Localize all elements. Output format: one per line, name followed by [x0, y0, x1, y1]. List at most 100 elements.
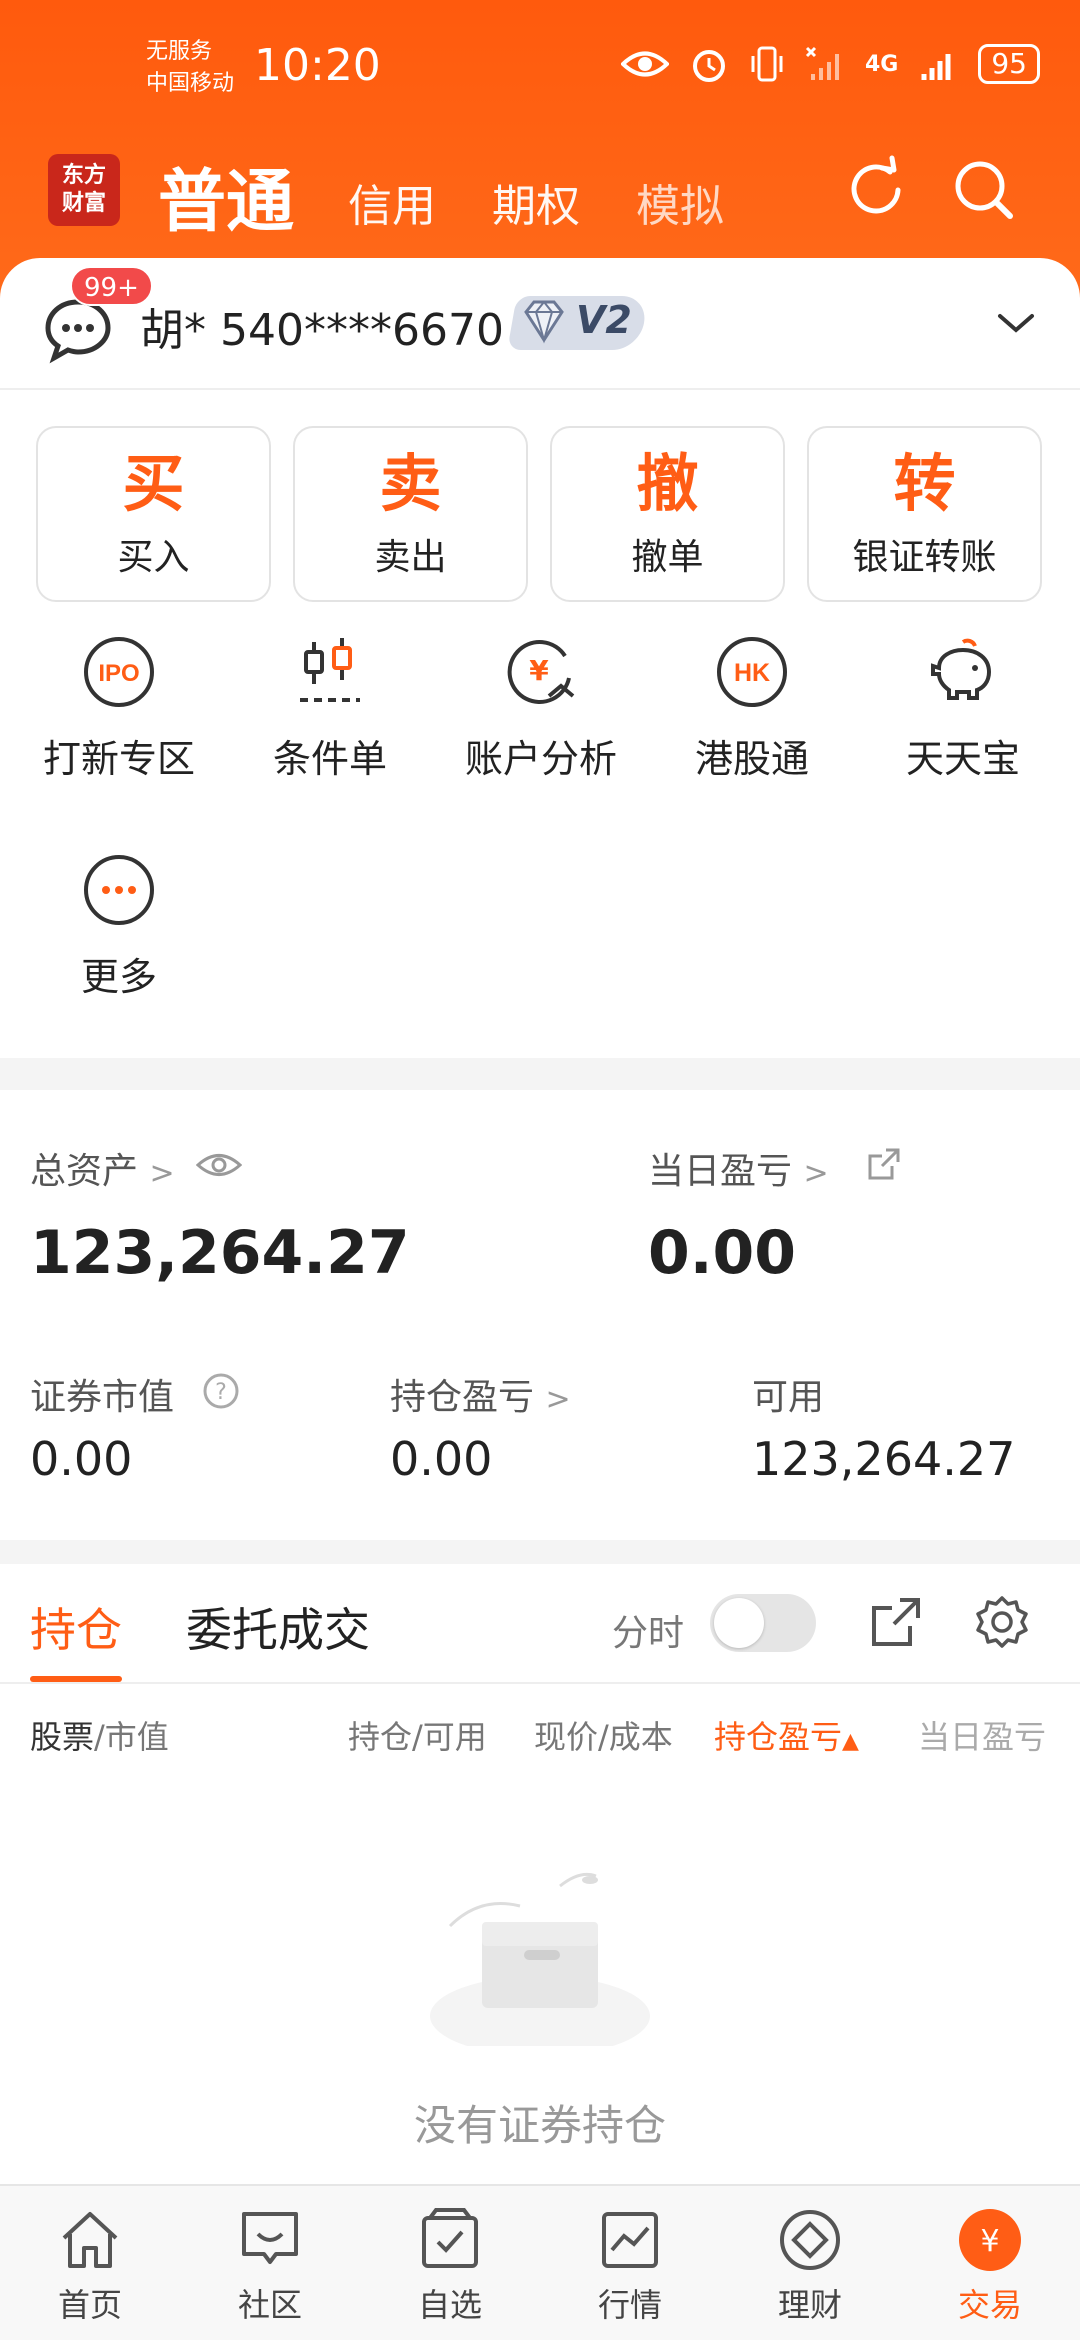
nav-watchlist[interactable]: 自选	[360, 2206, 540, 2326]
tab-holdings[interactable]: 持仓	[30, 1594, 122, 1660]
bank-transfer-button[interactable]: 转 银证转账	[807, 426, 1042, 602]
trade-panel: 99+ 胡* 540****6670 V2 买 买入 卖 卖出 撤 撤单 转 银…	[0, 258, 1080, 1058]
empty-state-text: 没有证券持仓	[413, 2101, 666, 2150]
nav-wealth[interactable]: 理财	[720, 2206, 900, 2326]
col-price[interactable]: 现价/成本	[534, 1712, 673, 1758]
ipo-icon: IPO	[84, 637, 154, 707]
func-analysis[interactable]: ¥ 账户分析	[436, 634, 646, 783]
carrier-line1: 无服务	[146, 39, 213, 64]
nav-market[interactable]: 行情	[540, 2206, 720, 2326]
buy-glyph: 买	[122, 447, 185, 520]
hold-pl-value: 0.00	[390, 1432, 493, 1486]
tab-options[interactable]: 期权	[492, 170, 580, 234]
col-stock-sub: /市值	[94, 1718, 169, 1756]
buy-label: 买入	[117, 537, 190, 578]
tab-credit[interactable]: 信用	[348, 170, 436, 234]
col-pl[interactable]: 持仓盈亏▲	[714, 1712, 859, 1758]
eye-icon[interactable]	[196, 1150, 242, 1180]
func-hk-connect[interactable]: HK 港股通	[647, 634, 857, 783]
chevron-right-icon: >	[545, 1382, 571, 1417]
func-conditional-label: 条件单	[272, 737, 387, 781]
bottom-navigation: 首页 社区 自选 行情 理财 ¥ 交易	[0, 2184, 1080, 2340]
transfer-glyph: 转	[893, 447, 956, 520]
col-stock[interactable]: 股票/市值	[30, 1712, 169, 1758]
svg-text:¥: ¥	[529, 654, 549, 687]
cancel-glyph: 撤	[636, 447, 699, 520]
nav-community[interactable]: 社区	[180, 2206, 360, 2326]
tab-orders[interactable]: 委托成交	[186, 1594, 370, 1660]
nav-watchlist-label: 自选	[417, 2286, 482, 2324]
eye-icon	[620, 51, 669, 77]
clock: 10:20	[254, 40, 381, 91]
total-assets-link[interactable]: 总资产 >	[30, 1142, 175, 1194]
refresh-icon[interactable]	[838, 152, 914, 228]
logo-line2: 财富	[61, 191, 106, 216]
daily-pl-link[interactable]: 当日盈亏 >	[648, 1142, 829, 1194]
home-icon	[62, 2212, 118, 2268]
available-label: 可用	[752, 1377, 825, 1418]
func-ipo[interactable]: IPO 打新专区	[14, 634, 224, 783]
total-assets-value: 123,264.27	[30, 1218, 410, 1288]
hold-pl-link[interactable]: 持仓盈亏 >	[390, 1368, 571, 1420]
asset-summary: 总资产 > 123,264.27 当日盈亏 > 0.00 证券市值 ? 0.00…	[0, 1090, 1080, 1540]
toggle-knob	[714, 1598, 764, 1648]
nav-market-label: 行情	[597, 2286, 662, 2324]
vibrate-icon	[751, 46, 783, 82]
func-tiantianbao-label: 天天宝	[905, 737, 1020, 781]
diamond-icon	[524, 300, 564, 344]
market-icon	[602, 2212, 658, 2268]
alarm-icon	[692, 50, 725, 82]
cancel-order-button[interactable]: 撤 撤单	[550, 426, 785, 602]
positions-section: 持仓 委托成交 分时 股票/市值 持仓/可用 现价/成本 持仓盈亏▲ 当日盈亏 …	[0, 1564, 1080, 2184]
svg-text:IPO: IPO	[98, 660, 139, 687]
nav-home[interactable]: 首页	[0, 2206, 180, 2326]
positions-header: 股票/市值 持仓/可用 现价/成本 持仓盈亏▲ 当日盈亏	[0, 1682, 1080, 1776]
no-signal-icon	[805, 46, 839, 80]
sell-button[interactable]: 卖 卖出	[293, 426, 528, 602]
gear-icon[interactable]	[974, 1594, 1030, 1650]
app-logo: 东方 财富	[48, 154, 120, 226]
nav-home-label: 首页	[57, 2286, 122, 2324]
func-tiantianbao[interactable]: 天天宝	[858, 634, 1068, 783]
sell-glyph: 卖	[379, 447, 442, 520]
empty-box-illustration	[430, 1872, 650, 2046]
intraday-toggle[interactable]	[710, 1594, 816, 1652]
col-daily[interactable]: 当日盈亏	[918, 1712, 1048, 1758]
network-type: 4G	[864, 51, 899, 77]
tab-normal[interactable]: 普通	[158, 146, 294, 245]
share-icon[interactable]	[866, 1146, 902, 1182]
sort-icon: ▲	[842, 1729, 859, 1754]
chevron-down-icon[interactable]	[996, 308, 1036, 338]
community-icon	[242, 2212, 298, 2264]
nav-wealth-label: 理财	[777, 2286, 842, 2324]
svg-text:¥: ¥	[980, 2224, 999, 2259]
func-conditional[interactable]: 条件单	[225, 634, 435, 783]
buy-button[interactable]: 买 买入	[36, 426, 271, 602]
vip-level: V2	[576, 298, 632, 342]
nav-trade[interactable]: ¥ 交易	[900, 2206, 1080, 2326]
search-icon[interactable]	[946, 152, 1022, 228]
func-analysis-label: 账户分析	[464, 737, 617, 781]
account-bar[interactable]: 99+ 胡* 540****6670 V2	[0, 258, 1080, 390]
func-more[interactable]: 更多	[14, 852, 224, 1001]
func-hk-label: 港股通	[694, 737, 809, 781]
market-value-label: 证券市值	[30, 1377, 175, 1418]
col-hold[interactable]: 持仓/可用	[348, 1712, 487, 1758]
market-value: 0.00	[30, 1432, 133, 1486]
help-icon[interactable]: ?	[202, 1372, 240, 1410]
battery-indicator: 95	[978, 44, 1040, 84]
tab-simulated[interactable]: 模拟	[636, 170, 724, 234]
nav-community-label: 社区	[237, 2286, 302, 2324]
export-icon[interactable]	[870, 1596, 922, 1648]
hk-icon: HK	[717, 637, 787, 707]
cancel-label: 撤单	[631, 537, 704, 578]
func-more-label: 更多	[80, 955, 157, 999]
sell-label: 卖出	[374, 537, 447, 578]
available-value: 123,264.27	[752, 1432, 1016, 1486]
wealth-icon	[780, 2210, 840, 2270]
account-name: 胡* 540****6670	[140, 305, 504, 356]
daily-pl-label: 当日盈亏	[648, 1151, 793, 1192]
col-stock-label: 股票	[30, 1718, 95, 1756]
status-icons: 4G 95	[620, 44, 1040, 84]
chevron-right-icon: >	[803, 1156, 829, 1191]
